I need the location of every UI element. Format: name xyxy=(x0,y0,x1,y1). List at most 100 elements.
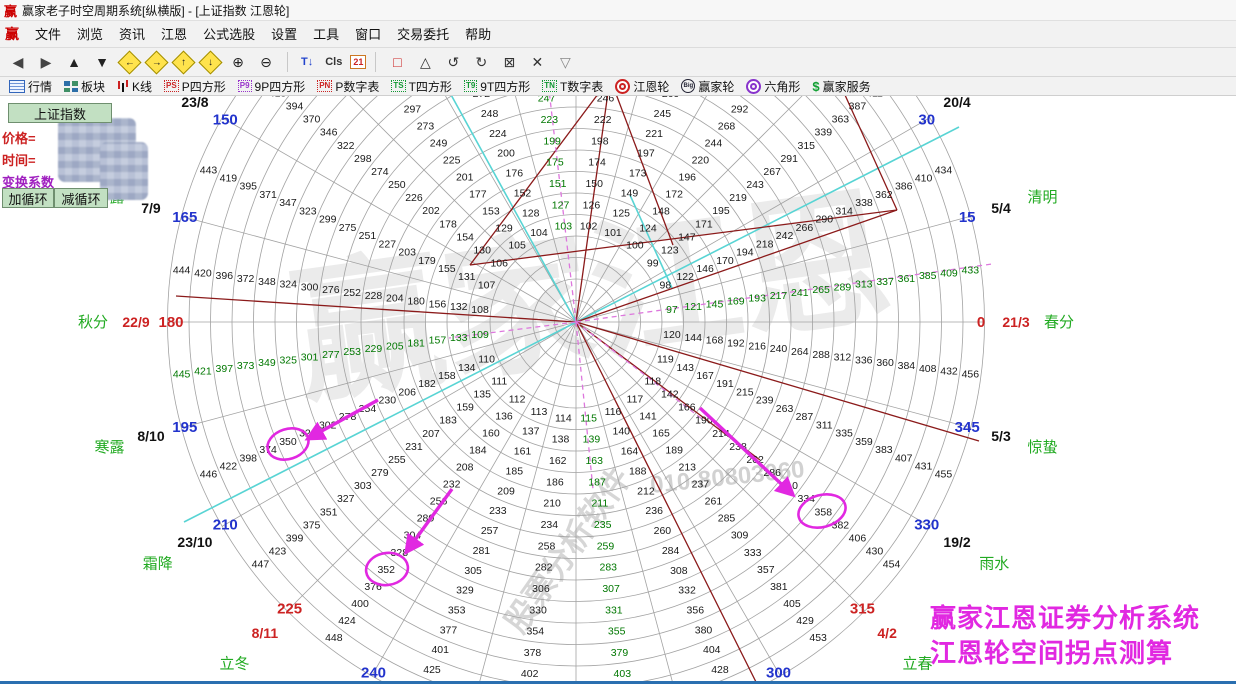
svg-text:261: 261 xyxy=(705,496,723,508)
9t-square-button[interactable]: T99T四方形 xyxy=(459,77,535,96)
svg-text:431: 431 xyxy=(915,460,933,472)
funnel-tool-icon[interactable]: ▽ xyxy=(553,50,577,74)
menu-item-9[interactable]: 帮助 xyxy=(457,24,499,45)
svg-text:420: 420 xyxy=(194,267,212,279)
svg-text:174: 174 xyxy=(588,157,606,169)
svg-text:322: 322 xyxy=(337,140,355,152)
svg-text:325: 325 xyxy=(279,354,297,366)
p-table-button[interactable]: PNP数字表 xyxy=(312,77,384,96)
svg-text:305: 305 xyxy=(464,565,482,577)
svg-text:433: 433 xyxy=(962,265,980,277)
9p-square-button[interactable]: P99P四方形 xyxy=(233,77,310,96)
svg-text:113: 113 xyxy=(531,406,548,418)
svg-text:284: 284 xyxy=(662,545,680,557)
scale-tool-icon[interactable]: ✕ xyxy=(525,50,549,74)
sectors-button[interactable]: 板块 xyxy=(59,77,110,96)
svg-text:187: 187 xyxy=(588,476,606,488)
svg-text:241: 241 xyxy=(791,287,809,299)
svg-text:273: 273 xyxy=(417,120,435,132)
rotate-cw-icon[interactable]: ↻ xyxy=(469,50,493,74)
triangle-tool-icon[interactable]: △ xyxy=(413,50,437,74)
svg-text:315: 315 xyxy=(850,600,875,617)
svg-text:454: 454 xyxy=(883,559,901,571)
zoom-in-icon[interactable]: ⊕ xyxy=(226,50,250,74)
svg-text:181: 181 xyxy=(407,338,425,350)
svg-text:135: 135 xyxy=(473,388,491,400)
svg-text:175: 175 xyxy=(546,157,564,169)
svg-text:106: 106 xyxy=(490,258,508,270)
t-table-button[interactable]: TNT数字表 xyxy=(537,77,608,96)
pan-down-icon[interactable]: ↓ xyxy=(198,50,222,74)
symbol-button[interactable]: 上证指数 xyxy=(8,103,112,123)
svg-text:179: 179 xyxy=(418,255,436,267)
svg-text:立春: 立春 xyxy=(903,656,933,673)
winner-wheel-button[interactable]: Big赢家轮 xyxy=(676,77,739,96)
axis-scale-icon[interactable]: T↓ xyxy=(297,50,317,74)
gann-wheel-button[interactable]: 江恩轮 xyxy=(610,77,674,96)
t-square-button[interactable]: TST四方形 xyxy=(386,77,457,96)
svg-text:337: 337 xyxy=(876,276,894,288)
svg-text:205: 205 xyxy=(386,340,404,352)
svg-text:152: 152 xyxy=(514,187,532,199)
svg-text:363: 363 xyxy=(832,114,850,126)
menu-item-2[interactable]: 资讯 xyxy=(111,24,153,45)
turning-point-arrow-358 xyxy=(700,408,792,494)
svg-text:98: 98 xyxy=(660,279,672,291)
svg-text:311: 311 xyxy=(816,419,833,431)
p-square-button[interactable]: PSP四方形 xyxy=(159,77,231,96)
svg-text:22/9: 22/9 xyxy=(122,314,149,330)
wheel-grid xyxy=(168,96,985,681)
add-cycle-button[interactable]: 加循环 xyxy=(2,188,54,208)
pan-up-icon[interactable]: ↑ xyxy=(171,50,195,74)
subtract-cycle-button[interactable]: 减循环 xyxy=(54,188,108,208)
kline-button[interactable]: K线 xyxy=(112,77,157,96)
menu-item-8[interactable]: 交易委托 xyxy=(389,24,457,45)
svg-text:239: 239 xyxy=(756,395,774,407)
svg-text:171: 171 xyxy=(695,218,713,230)
svg-text:97: 97 xyxy=(666,304,678,316)
svg-text:163: 163 xyxy=(585,455,603,467)
pointer-up-icon[interactable]: ▲ xyxy=(62,50,86,74)
svg-text:180: 180 xyxy=(407,295,425,307)
zoom-out-icon[interactable]: ⊖ xyxy=(254,50,278,74)
menu-item-3[interactable]: 江恩 xyxy=(153,24,195,45)
svg-text:194: 194 xyxy=(736,247,754,259)
svg-text:428: 428 xyxy=(711,664,729,676)
menu-item-5[interactable]: 设置 xyxy=(263,24,305,45)
svg-text:242: 242 xyxy=(776,230,794,242)
svg-text:164: 164 xyxy=(621,446,639,458)
pointer-down-icon[interactable]: ▼ xyxy=(90,50,114,74)
hexagon-button[interactable]: 六角形 xyxy=(741,77,805,96)
svg-text:283: 283 xyxy=(600,562,618,574)
svg-text:124: 124 xyxy=(639,223,657,235)
svg-text:314: 314 xyxy=(835,205,853,217)
p-table-label: P数字表 xyxy=(335,78,379,95)
rect-tool-icon[interactable]: □ xyxy=(385,50,409,74)
pan-left-icon[interactable]: ← xyxy=(117,50,141,74)
winner-service-button[interactable]: $赢家服务 xyxy=(807,77,875,96)
pan-right-icon[interactable]: → xyxy=(144,50,168,74)
svg-text:402: 402 xyxy=(521,668,539,680)
menu-item-7[interactable]: 窗口 xyxy=(347,24,389,45)
svg-text:380: 380 xyxy=(695,624,713,636)
rotate-ccw-icon[interactable]: ↺ xyxy=(441,50,465,74)
menu-item-4[interactable]: 公式选股 xyxy=(195,24,263,45)
gann-wheel[interactable]: 9798991001011021031041051061071081091101… xyxy=(0,96,1236,681)
cls-icon[interactable]: Cls xyxy=(321,50,346,74)
svg-text:151: 151 xyxy=(549,178,567,190)
menu-item-1[interactable]: 浏览 xyxy=(69,24,111,45)
svg-text:30: 30 xyxy=(918,112,935,129)
svg-text:424: 424 xyxy=(338,615,356,627)
svg-text:358: 358 xyxy=(815,506,833,518)
svg-text:301: 301 xyxy=(301,352,319,364)
quotes-button[interactable]: 行情 xyxy=(4,77,57,96)
menu-item-6[interactable]: 工具 xyxy=(305,24,347,45)
forward-icon[interactable]: ▶ xyxy=(34,50,58,74)
back-icon[interactable]: ◀ xyxy=(6,50,30,74)
calendar-icon[interactable]: 21 xyxy=(350,55,366,69)
price-label: 价格= xyxy=(2,128,36,147)
box-x-tool-icon[interactable]: ⊠ xyxy=(497,50,521,74)
menu-item-0[interactable]: 文件 xyxy=(27,24,69,45)
p-table-icon: PN xyxy=(317,80,332,92)
t-table-label: T数字表 xyxy=(560,78,603,95)
